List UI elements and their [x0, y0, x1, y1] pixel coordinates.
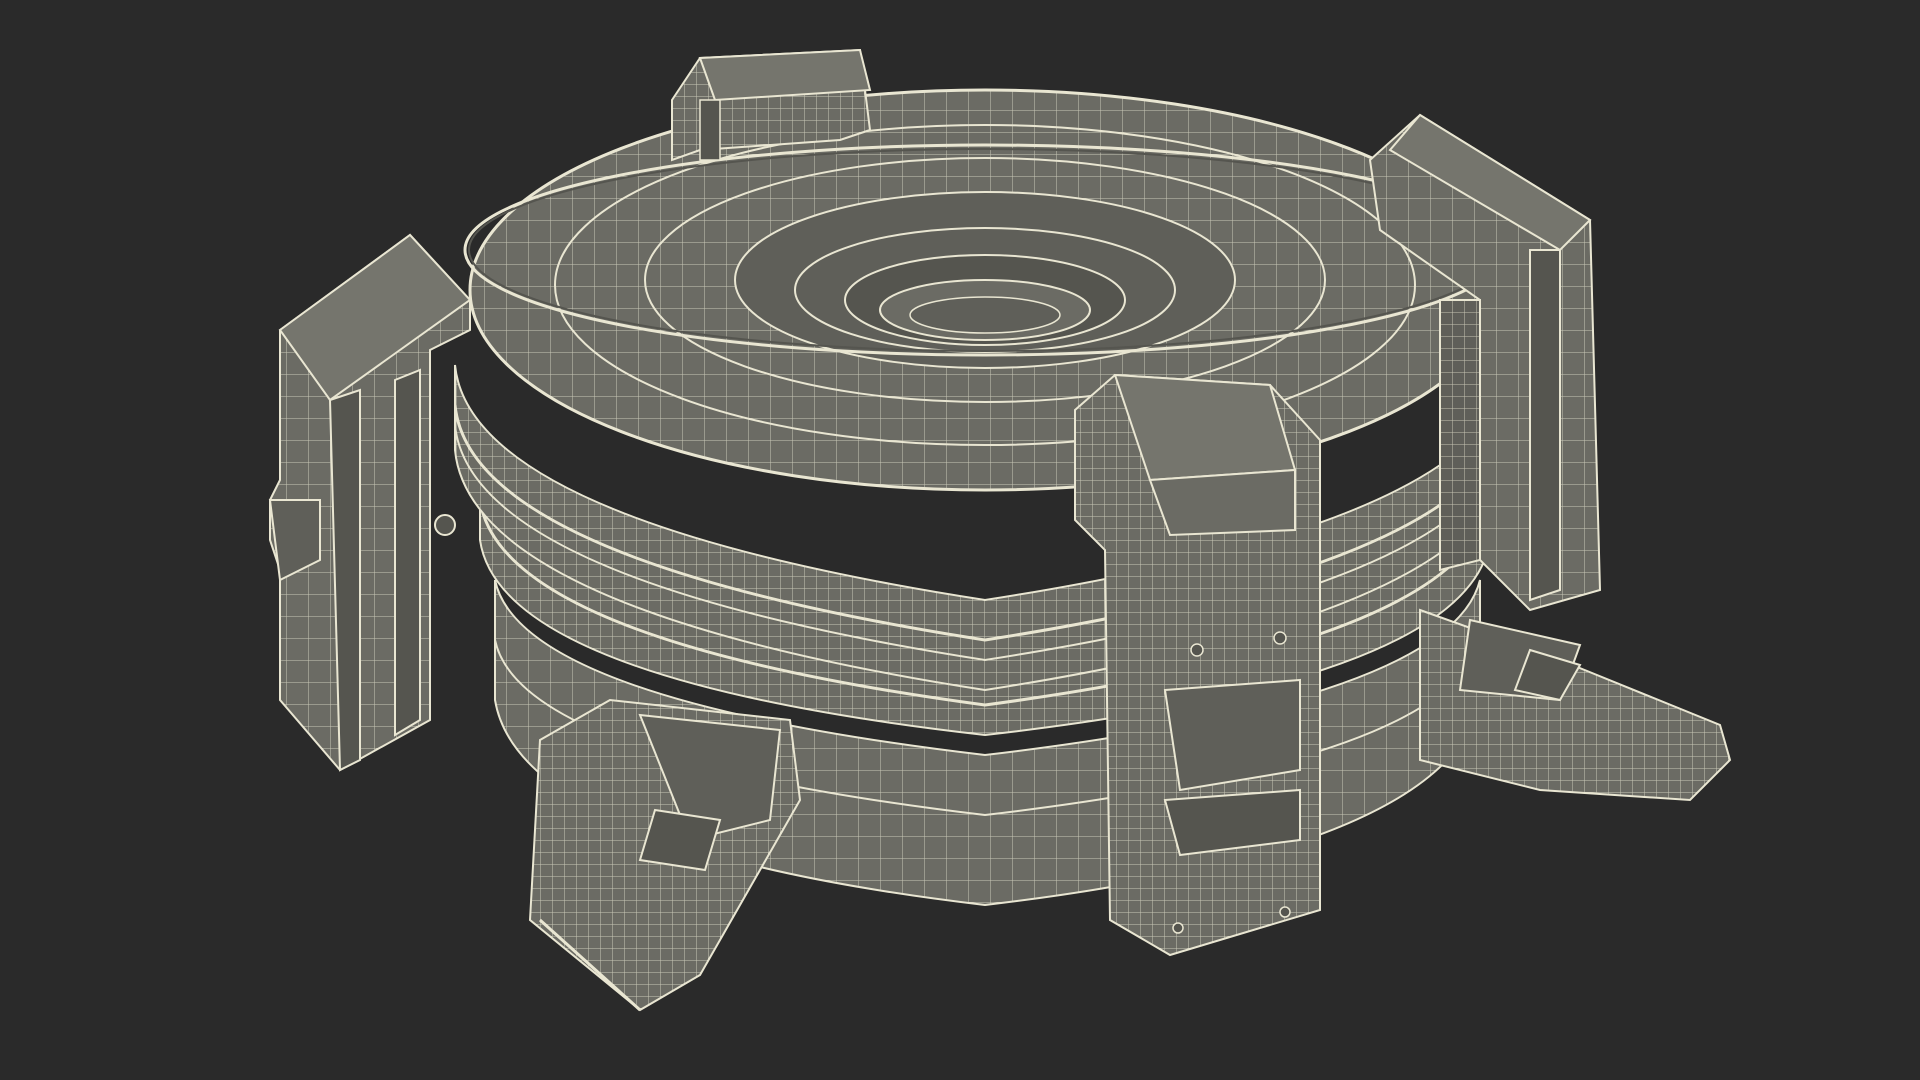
- leg-front-left: [528, 698, 802, 1012]
- render-viewport: [0, 0, 1920, 1080]
- pillar-left: [268, 233, 472, 772]
- pillar-right-side: [1439, 299, 1481, 572]
- top-disc: [463, 88, 1507, 492]
- pillar-front: [1074, 373, 1321, 957]
- leg-right: [1419, 608, 1732, 802]
- platform-wireframe-render: [268, 48, 1732, 1012]
